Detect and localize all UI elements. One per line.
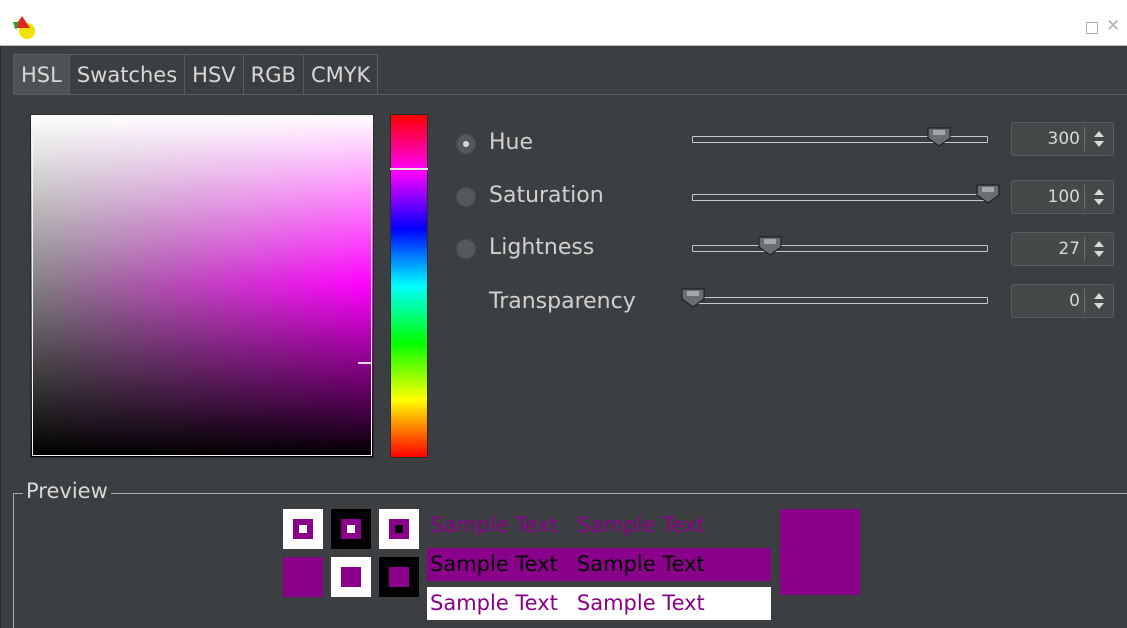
sample-text-row-white: Sample Text Sample Text xyxy=(427,587,771,620)
lightness-value[interactable]: 27 xyxy=(1058,233,1080,265)
transparency-slider-track[interactable] xyxy=(692,297,988,304)
tab-swatches[interactable]: Swatches xyxy=(69,54,186,95)
maximize-icon[interactable] xyxy=(1086,22,1098,34)
preview-swatch xyxy=(283,509,323,549)
spinner-arrows-icon[interactable] xyxy=(1091,237,1107,261)
transparency-value[interactable]: 0 xyxy=(1069,285,1080,317)
tab-divider xyxy=(13,94,1127,95)
lightness-radio[interactable] xyxy=(456,239,476,259)
saturation-slider-thumb[interactable] xyxy=(976,184,1000,204)
sample-text: Sample Text xyxy=(576,591,705,615)
preview-title: Preview xyxy=(23,479,111,503)
hue-slider-thumb[interactable] xyxy=(927,127,951,147)
saturation-lightness-square[interactable] xyxy=(30,114,374,458)
saturation-slider-track[interactable] xyxy=(692,194,988,201)
hue-strip[interactable] xyxy=(390,114,428,458)
sample-text: Sample Text xyxy=(576,513,705,537)
hue-marker[interactable] xyxy=(390,168,428,170)
lightness-slider-track[interactable] xyxy=(692,245,988,252)
transparency-label: Transparency xyxy=(489,289,636,314)
preview-swatch xyxy=(283,557,323,597)
app-icon xyxy=(13,16,35,39)
sample-text: Sample Text xyxy=(430,591,558,615)
spinner-divider xyxy=(1084,127,1085,151)
transparency-spinner[interactable]: 0 xyxy=(1011,284,1114,318)
spinner-divider xyxy=(1084,185,1085,209)
hue-spinner[interactable]: 300 xyxy=(1011,122,1114,156)
preview-swatch xyxy=(379,509,419,549)
preview-swatch xyxy=(379,557,419,597)
lightness-label: Lightness xyxy=(489,235,595,260)
sample-text: Sample Text xyxy=(576,552,705,576)
spinner-arrows-icon[interactable] xyxy=(1091,289,1107,313)
tab-hsv[interactable]: HSV xyxy=(185,54,244,95)
sample-text: Sample Text xyxy=(430,552,558,576)
sample-text-row-dark: Sample Text Sample Text xyxy=(427,509,771,542)
spinner-arrows-icon[interactable] xyxy=(1091,127,1107,151)
saturation-spinner[interactable]: 100 xyxy=(1011,180,1114,214)
title-bar: ✕ xyxy=(0,0,1127,46)
tab-bar: HSL Swatches HSV RGB CMYK xyxy=(13,54,379,95)
spinner-arrows-icon[interactable] xyxy=(1091,185,1107,209)
hue-label: Hue xyxy=(489,130,534,155)
lightness-spinner[interactable]: 27 xyxy=(1011,232,1114,266)
preview-swatch xyxy=(331,509,371,549)
transparency-slider-thumb[interactable] xyxy=(681,288,705,308)
hue-radio[interactable] xyxy=(456,134,476,154)
preview-swatch xyxy=(331,557,371,597)
saturation-label: Saturation xyxy=(489,183,604,208)
close-icon[interactable]: ✕ xyxy=(1106,18,1120,35)
hue-value[interactable]: 300 xyxy=(1048,123,1080,155)
current-color-swatch xyxy=(780,509,860,595)
spinner-divider xyxy=(1084,289,1085,313)
spinner-divider xyxy=(1084,237,1085,261)
saturation-value[interactable]: 100 xyxy=(1048,181,1080,213)
color-chooser-panel: HSL Swatches HSV RGB CMYK Hue 300 Satura… xyxy=(0,46,1127,628)
tab-rgb[interactable]: RGB xyxy=(243,54,304,95)
tab-hsl[interactable]: HSL xyxy=(13,54,70,95)
tab-cmyk[interactable]: CMYK xyxy=(303,54,379,95)
square-marker[interactable] xyxy=(358,362,372,364)
saturation-radio[interactable] xyxy=(456,187,476,207)
sample-text-row-purple: Sample Text Sample Text xyxy=(427,548,771,581)
sample-text: Sample Text xyxy=(430,513,558,537)
lightness-slider-thumb[interactable] xyxy=(758,236,782,256)
